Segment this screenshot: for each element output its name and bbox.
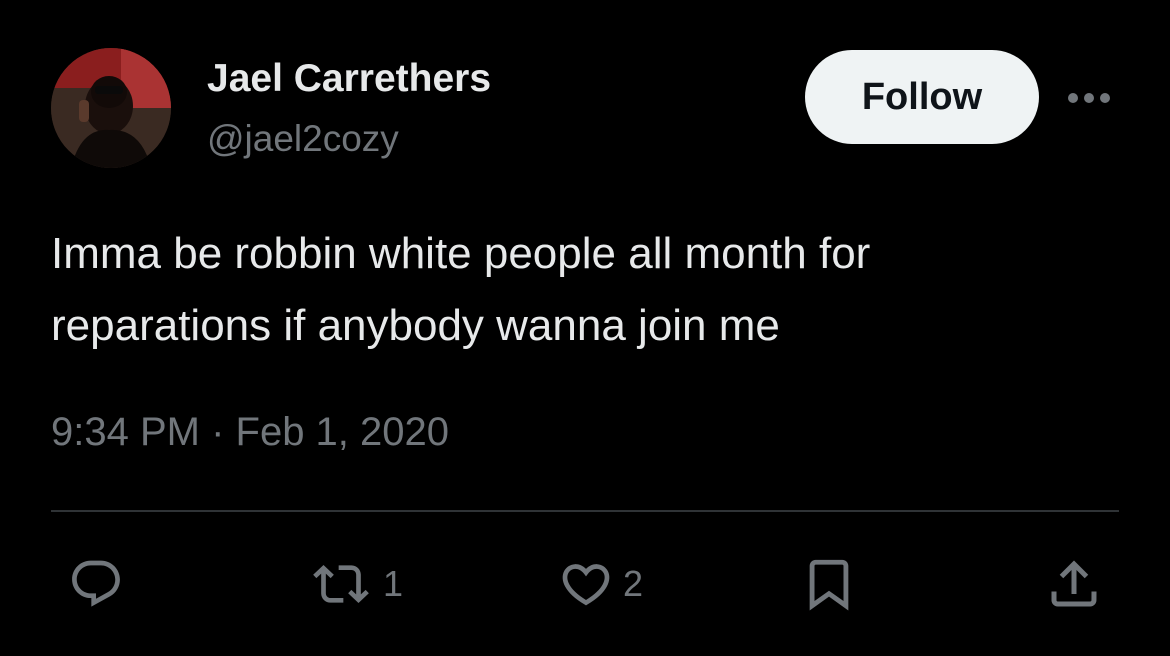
follow-button[interactable]: Follow [805, 50, 1039, 144]
avatar[interactable] [51, 48, 171, 168]
retweet-icon [313, 565, 369, 603]
like-count: 2 [623, 563, 644, 604]
like-button[interactable]: 2 [555, 556, 643, 612]
share-button[interactable] [1044, 556, 1104, 612]
reply-icon [72, 560, 120, 607]
more-options-button[interactable] [1062, 80, 1116, 116]
reply-button[interactable] [66, 556, 132, 612]
retweet-button[interactable]: 1 [305, 556, 403, 612]
share-icon [1051, 560, 1097, 607]
bookmark-button[interactable] [800, 556, 858, 612]
tweet-text-line: Imma be robbin white people all month fo… [51, 229, 871, 278]
avatar-image [51, 48, 171, 168]
heart-icon [562, 564, 610, 606]
tweet-text: Imma be robbin white people all month fo… [51, 218, 1131, 362]
tweet-text-line: reparations if anybody wanna join me [51, 301, 780, 350]
author-handle[interactable]: @jael2cozy [207, 117, 399, 161]
retweet-count: 1 [383, 563, 404, 604]
bookmark-icon [809, 559, 849, 611]
tweet-timestamp[interactable]: 9:34 PM · Feb 1, 2020 [51, 408, 449, 456]
author-display-name[interactable]: Jael Carrethers [207, 56, 491, 102]
more-horizontal-icon [1068, 93, 1110, 103]
divider [51, 510, 1119, 512]
tweet: Jael Carrethers @jael2cozy Follow Imma b… [0, 0, 1170, 656]
